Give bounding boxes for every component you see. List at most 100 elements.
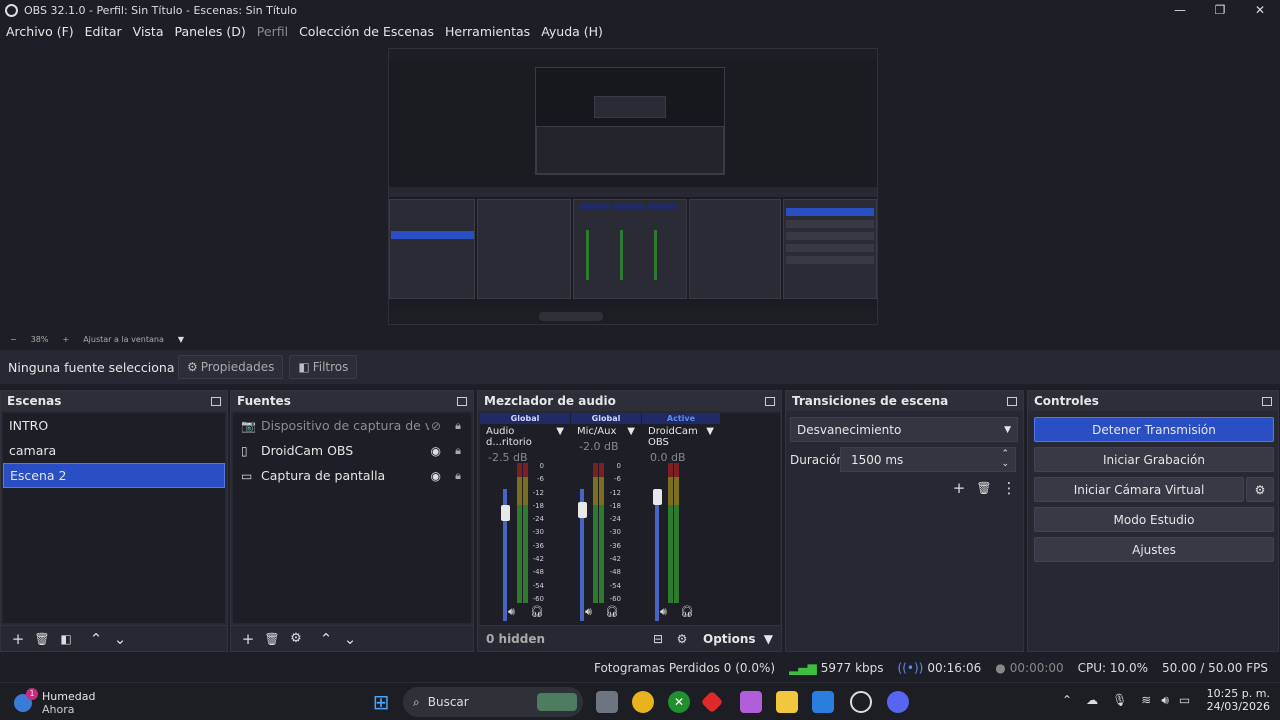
scene-item-camara[interactable]: camara bbox=[3, 438, 225, 463]
chevron-up-icon[interactable]: ⌃ bbox=[1062, 693, 1072, 708]
scene-filters-icon[interactable]: ◧ bbox=[55, 628, 77, 650]
preview-canvas[interactable] bbox=[388, 48, 878, 325]
obs-taskbar-icon[interactable] bbox=[850, 691, 872, 713]
headphones-icon[interactable]: 🎧︎ bbox=[530, 605, 544, 618]
discord-icon[interactable] bbox=[887, 691, 909, 713]
zoom-in-button[interactable]: + bbox=[62, 335, 69, 344]
start-virtual-cam-button[interactable]: Iniciar Cámara Virtual bbox=[1034, 477, 1244, 502]
transition-select[interactable]: Desvanecimiento ▼ bbox=[790, 417, 1018, 442]
scenes-list: INTRO camara Escena 2 bbox=[3, 413, 225, 623]
dropdown-icon[interactable]: ▼ bbox=[706, 426, 714, 448]
source-item[interactable]: 📷 Dispositivo de captura de video 2 ⊘ 🔒︎ bbox=[233, 413, 471, 438]
lock-icon[interactable]: 🔒︎ bbox=[455, 444, 461, 458]
volume-icon[interactable]: 🔊︎ bbox=[1161, 693, 1169, 708]
filters-button[interactable]: ◧ Filtros bbox=[289, 355, 358, 379]
maximize-button[interactable]: ❐ bbox=[1200, 0, 1240, 20]
chrome-icon[interactable] bbox=[632, 691, 654, 713]
trash-icon[interactable]: 🗑 bbox=[31, 628, 53, 650]
trash-icon[interactable]: 🗑 bbox=[261, 628, 283, 650]
source-item[interactable]: ▭ Captura de pantalla ◉ 🔒︎ bbox=[233, 463, 471, 488]
headphones-icon[interactable]: 🎧︎ bbox=[605, 605, 619, 618]
cloud-icon[interactable]: ☁ bbox=[1086, 693, 1098, 708]
taskbar-search[interactable]: ⌕ Buscar bbox=[403, 687, 583, 717]
volume-fader-knob[interactable] bbox=[653, 489, 662, 505]
start-recording-button[interactable]: Iniciar Grabación bbox=[1034, 447, 1274, 472]
volume-fader-knob[interactable] bbox=[578, 502, 587, 519]
eye-icon[interactable]: ◉ bbox=[431, 444, 441, 458]
studio-mode-button[interactable]: Modo Estudio bbox=[1034, 507, 1274, 532]
undock-icon[interactable] bbox=[1262, 396, 1272, 406]
chevron-down-icon[interactable]: ⌄ bbox=[109, 628, 131, 650]
duration-input[interactable]: 1500 ms ⌃ ⌄ bbox=[840, 447, 1016, 472]
wifi-icon[interactable]: ≋ bbox=[1141, 693, 1151, 708]
mixer-settings-icon[interactable]: ⚙ bbox=[671, 628, 693, 650]
menu-perfil[interactable]: Perfil bbox=[257, 24, 288, 39]
store-icon[interactable] bbox=[812, 691, 834, 713]
chevron-up-icon[interactable]: ⌃ bbox=[315, 628, 337, 650]
dropdown-icon[interactable]: ▼ bbox=[556, 426, 564, 448]
fit-to-window-label[interactable]: Ajustar a la ventana bbox=[83, 335, 164, 344]
file-explorer-icon[interactable] bbox=[776, 691, 798, 713]
channel-name[interactable]: DroidCam OBS ▼ bbox=[642, 426, 720, 448]
eye-hidden-icon[interactable]: ⊘ bbox=[431, 419, 441, 433]
undock-icon[interactable] bbox=[211, 396, 221, 406]
zoom-out-button[interactable]: − bbox=[10, 335, 17, 344]
menu-archivo[interactable]: Archivo (F) bbox=[6, 24, 74, 39]
clock[interactable]: 10:25 p. m. 24/03/2026 bbox=[1200, 687, 1270, 713]
add-scene-icon[interactable]: + bbox=[7, 628, 29, 650]
menu-paneles[interactable]: Paneles (D) bbox=[175, 24, 246, 39]
options-button[interactable]: Options ▼ bbox=[703, 632, 773, 646]
microphone-icon[interactable]: 🎙︎ bbox=[1112, 693, 1127, 708]
xbox-icon[interactable]: ✕ bbox=[668, 691, 690, 713]
undock-icon[interactable] bbox=[457, 396, 467, 406]
add-source-icon[interactable]: + bbox=[237, 628, 259, 650]
speaker-icon[interactable]: 🔊︎ bbox=[585, 605, 592, 619]
settings-button[interactable]: Ajustes bbox=[1034, 537, 1274, 562]
scene-item-intro[interactable]: INTRO bbox=[3, 413, 225, 438]
close-button[interactable]: ✕ bbox=[1240, 0, 1280, 20]
speaker-icon[interactable]: 🔊︎ bbox=[660, 605, 667, 619]
undock-icon[interactable] bbox=[1007, 396, 1017, 406]
add-transition-icon[interactable]: + bbox=[948, 477, 970, 499]
chevron-down-icon[interactable]: ⌄ bbox=[339, 628, 361, 650]
undock-icon[interactable] bbox=[765, 396, 775, 406]
gear-icon[interactable]: ⚙ bbox=[285, 628, 307, 650]
volume-fader-knob[interactable] bbox=[501, 504, 510, 521]
search-icon: ⌕ bbox=[413, 694, 420, 709]
headphones-icon[interactable]: 🎧︎ bbox=[680, 605, 694, 618]
chevron-up-icon[interactable]: ⌃ bbox=[85, 628, 107, 650]
source-item[interactable]: ▯ DroidCam OBS ◉ 🔒︎ bbox=[233, 438, 471, 463]
spinner-icon[interactable]: ⌃ ⌄ bbox=[1001, 449, 1009, 469]
menu-editar[interactable]: Editar bbox=[85, 24, 122, 39]
channel-name[interactable]: Mic/Aux ▼ bbox=[571, 426, 641, 437]
speaker-icon[interactable]: 🔊︎ bbox=[508, 605, 515, 619]
battery-icon[interactable]: ▭ bbox=[1179, 693, 1190, 708]
meter-scale: 0 -6 -12 -18 -24 -30 -36 -42 -48 -54 -60 bbox=[607, 460, 621, 606]
volume-fader-track[interactable] bbox=[655, 489, 659, 621]
channel-name[interactable]: Audio d...ritorio ▼ bbox=[480, 426, 570, 448]
dropdown-icon[interactable]: ▼ bbox=[627, 426, 635, 437]
copilot-icon[interactable] bbox=[740, 691, 762, 713]
hidden-count[interactable]: 0 hidden bbox=[486, 632, 545, 646]
stop-stream-button[interactable]: Detener Transmisión bbox=[1034, 417, 1274, 442]
gear-icon[interactable]: ⚙ bbox=[1246, 477, 1274, 502]
menu-herramientas[interactable]: Herramientas bbox=[445, 24, 530, 39]
lock-icon[interactable]: 🔒︎ bbox=[455, 469, 461, 483]
eye-icon[interactable]: ◉ bbox=[431, 469, 441, 483]
task-view-icon[interactable] bbox=[596, 691, 618, 713]
menu-coleccion-escenas[interactable]: Colección de Escenas bbox=[299, 24, 434, 39]
minimize-button[interactable]: — bbox=[1160, 0, 1200, 20]
menu-vista[interactable]: Vista bbox=[133, 24, 164, 39]
trash-icon[interactable]: 🗑 bbox=[973, 477, 995, 499]
app-diamond-icon[interactable] bbox=[700, 690, 724, 714]
more-options-icon[interactable]: ⋮ bbox=[998, 477, 1020, 499]
meter-scale-label: -36 bbox=[532, 541, 544, 550]
properties-button[interactable]: ⚙ Propiedades bbox=[178, 355, 284, 379]
scene-item-escena-2[interactable]: Escena 2 bbox=[3, 463, 225, 488]
windows-start-icon[interactable]: ⊞ bbox=[370, 690, 392, 714]
menu-ayuda[interactable]: Ayuda (H) bbox=[541, 24, 603, 39]
mixer-layout-icon[interactable]: ⊟ bbox=[647, 628, 669, 650]
zoom-dropdown-icon[interactable]: ▼ bbox=[178, 335, 184, 344]
lock-icon[interactable]: 🔒︎ bbox=[455, 419, 461, 433]
clock-date: 24/03/2026 bbox=[1206, 700, 1270, 713]
